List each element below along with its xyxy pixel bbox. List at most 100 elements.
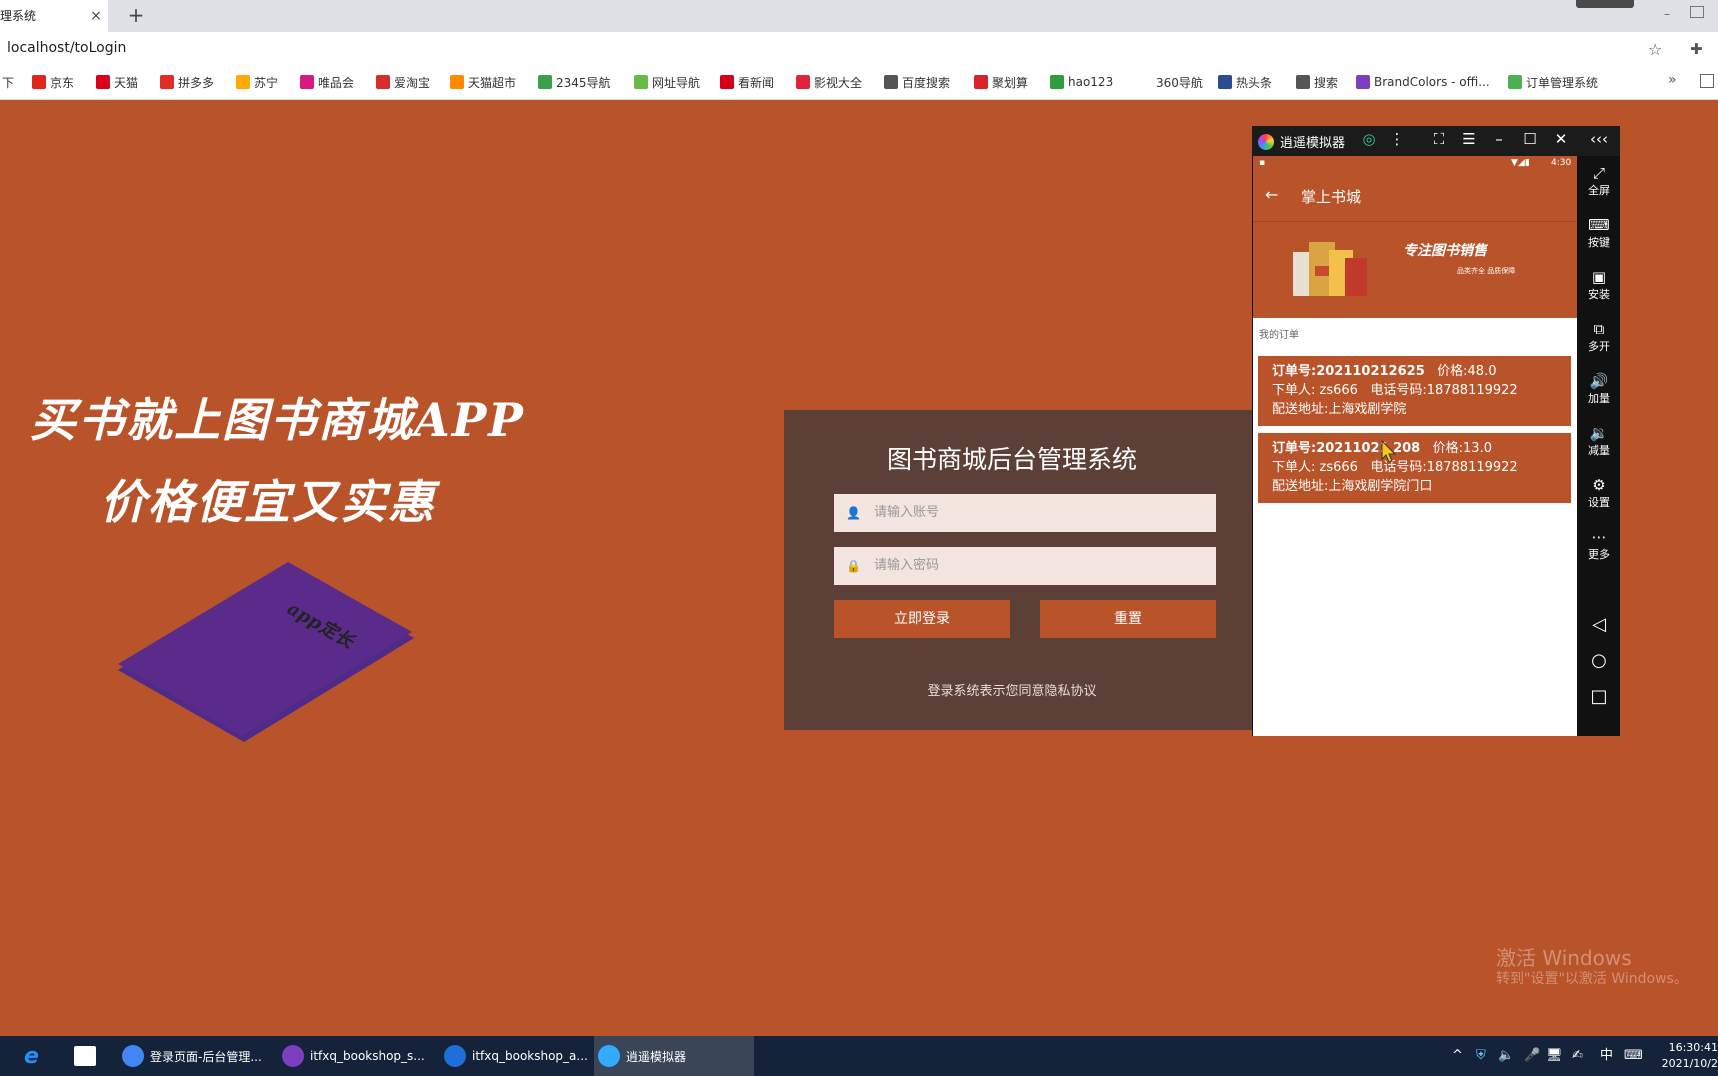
- taskbar-app-label: itfxq_bookshop_a...: [472, 1049, 588, 1063]
- taskbar-app-button[interactable]: 登录页面-后台管理...: [118, 1036, 268, 1076]
- password-input[interactable]: 请输入密码: [834, 547, 1216, 585]
- order-card[interactable]: 订单号:202110212625 价格:48.0 下单人: zs666 电话号码…: [1258, 356, 1571, 426]
- bookmark-item[interactable]: BrandColors - offi...: [1356, 74, 1490, 90]
- book-cover: [118, 562, 412, 736]
- bookmark-favicon-icon: [1218, 75, 1232, 89]
- system-clock[interactable]: 16:30:41 2021/10/2: [1660, 1040, 1718, 1072]
- emulator-close-icon[interactable]: ✕: [1550, 130, 1572, 148]
- android-back-icon[interactable]: ◁: [1578, 614, 1620, 635]
- security-icon[interactable]: ⛨: [1476, 1036, 1486, 1076]
- order-price: 价格:48.0: [1437, 364, 1497, 379]
- slogan-line-1: 买书就上图书商城APP: [30, 393, 525, 447]
- taskbar-app-button[interactable]: itfxq_bookshop_a...: [440, 1036, 590, 1076]
- sidebar-button-label: 加量: [1588, 392, 1610, 405]
- sidebar-button-icon: ⋯: [1591, 528, 1607, 546]
- sidebar-button[interactable]: ▣ 安装: [1578, 268, 1620, 302]
- bookmark-item[interactable]: 拼多多: [160, 74, 214, 90]
- order-card[interactable]: 订单号:20211021 208 价格:13.0 下单人: zs666 电话号码…: [1258, 433, 1571, 503]
- bookmark-item[interactable]: 2345导航: [538, 74, 611, 90]
- ime-indicator[interactable]: 中: [1600, 1036, 1613, 1076]
- sidebar-button[interactable]: 🔉 减量: [1578, 424, 1620, 458]
- username-input[interactable]: 请输入账号: [834, 494, 1216, 532]
- new-tab-button[interactable]: +: [124, 0, 148, 32]
- bookmark-item[interactable]: 百度搜索: [884, 74, 950, 90]
- activate-windows-subtitle: 转到"设置"以激活 Windows。: [1496, 971, 1688, 987]
- bookmark-label: 搜索: [1314, 75, 1339, 90]
- sidebar-button-icon: ⤢: [1592, 164, 1605, 182]
- bookmark-item[interactable]: 影视大全: [796, 74, 862, 90]
- taskbar-app-button[interactable]: itfxq_bookshop_s...: [278, 1036, 428, 1076]
- activate-windows-title: 激活 Windows: [1496, 946, 1632, 970]
- menu-icon[interactable]: ☰: [1458, 130, 1480, 148]
- back-arrow-icon[interactable]: ←: [1265, 185, 1278, 204]
- bookmark-favicon-icon: [1050, 75, 1064, 89]
- url-field[interactable]: localhost/toLogin: [7, 40, 126, 56]
- window-minimize-button[interactable]: –: [1652, 0, 1682, 32]
- bookmark-item[interactable]: 订单管理系统: [1508, 74, 1598, 90]
- star-icon[interactable]: ☆: [1648, 40, 1662, 59]
- bookmark-item[interactable]: 下: [2, 74, 14, 90]
- bookmark-item[interactable]: 唯品会: [300, 74, 354, 90]
- bookmark-item[interactable]: 京东: [32, 74, 74, 90]
- taskbar-app-icon: [122, 1045, 144, 1067]
- sidebar-button-label: 减量: [1588, 444, 1610, 457]
- sidebar-button[interactable]: ⌨ 按键: [1578, 216, 1620, 250]
- sidebar-button[interactable]: ⧉ 多开: [1578, 320, 1620, 354]
- bookmark-item[interactable]: hao123: [1050, 74, 1113, 90]
- lock-icon: 🔒: [846, 559, 861, 573]
- bookmark-item[interactable]: 热头条: [1218, 74, 1272, 90]
- edge-icon[interactable]: e: [24, 1044, 39, 1069]
- bookmark-item[interactable]: 聚划算: [974, 74, 1028, 90]
- app-title: 掌上书城: [1301, 188, 1362, 206]
- emulator-maximize-icon[interactable]: ☐: [1519, 130, 1541, 148]
- network-icon[interactable]: 🖥: [1546, 1036, 1563, 1076]
- bookmark-item[interactable]: 天猫超市: [450, 74, 516, 90]
- extension-icon[interactable]: ✚: [1690, 40, 1703, 58]
- address-bar: [0, 32, 1718, 68]
- bookmark-favicon-icon: [974, 75, 988, 89]
- microphone-icon[interactable]: 🎤: [1524, 1036, 1540, 1076]
- android-status-bar: ▪ ▼◢▮ 4:30: [1253, 156, 1577, 172]
- bookmark-favicon-icon: [300, 75, 314, 89]
- emulator-minimize-icon[interactable]: –: [1488, 130, 1510, 148]
- screenshot-icon[interactable]: ⛶: [1428, 130, 1450, 148]
- pen-icon[interactable]: ✍: [1572, 1036, 1583, 1076]
- volume-icon[interactable]: 🔈: [1498, 1036, 1514, 1076]
- bookmark-item[interactable]: 苏宁: [236, 74, 278, 90]
- assistant-icon[interactable]: ◎: [1358, 130, 1380, 148]
- tray-chevron-icon[interactable]: ^: [1452, 1036, 1463, 1076]
- login-button[interactable]: 立即登录: [834, 600, 1010, 638]
- bookmark-item[interactable]: 360导航: [1156, 74, 1203, 90]
- bookmark-item[interactable]: 看新闻: [720, 74, 774, 90]
- my-orders-label: 我的订单: [1259, 330, 1299, 341]
- store-icon[interactable]: [74, 1046, 96, 1066]
- android-home-icon[interactable]: ○: [1578, 650, 1620, 671]
- sidebar-button[interactable]: 🔊 加量: [1578, 372, 1620, 406]
- bookmark-item[interactable]: 天猫: [96, 74, 138, 90]
- sidebar-button[interactable]: ⚙ 设置: [1578, 476, 1620, 510]
- bookmark-item[interactable]: 爱淘宝: [376, 74, 430, 90]
- privacy-agreement-text[interactable]: 登录系统表示您同意隐私协议: [784, 680, 1240, 699]
- banner: 专注图书销售 品类齐全 品质保障: [1253, 222, 1577, 318]
- keyboard-icon[interactable]: ⌨: [1624, 1036, 1643, 1076]
- banner-subtitle: 品类齐全 品质保障: [1457, 267, 1516, 275]
- sidebar-button[interactable]: ⤢ 全屏: [1578, 164, 1620, 198]
- bookmark-favicon-icon: [236, 75, 250, 89]
- reset-button[interactable]: 重置: [1040, 600, 1216, 638]
- bookmarks-more-button[interactable]: »: [1668, 72, 1677, 88]
- bookmark-item[interactable]: 搜索: [1296, 74, 1338, 90]
- reading-list-icon[interactable]: [1700, 74, 1714, 88]
- bookmark-label: 看新闻: [738, 75, 775, 90]
- taskbar-app-icon: [282, 1045, 304, 1067]
- taskbar-app-button[interactable]: 逍遥模拟器: [594, 1036, 754, 1076]
- tab-close-icon[interactable]: ×: [84, 0, 108, 32]
- window-maximize-button[interactable]: [1690, 6, 1704, 18]
- notification-icon: ▪: [1259, 158, 1266, 168]
- taskbar-app-label: 逍遥模拟器: [626, 1049, 687, 1064]
- order-phone: 电话号码:18788119922: [1370, 383, 1518, 398]
- collapse-sidebar-icon[interactable]: ‹‹‹: [1588, 130, 1610, 148]
- android-recents-icon[interactable]: □: [1578, 686, 1620, 707]
- bookmark-item[interactable]: 网址导航: [634, 74, 700, 90]
- sidebar-button[interactable]: ⋯ 更多: [1578, 528, 1620, 562]
- kebab-menu-icon[interactable]: ⋮: [1386, 130, 1408, 148]
